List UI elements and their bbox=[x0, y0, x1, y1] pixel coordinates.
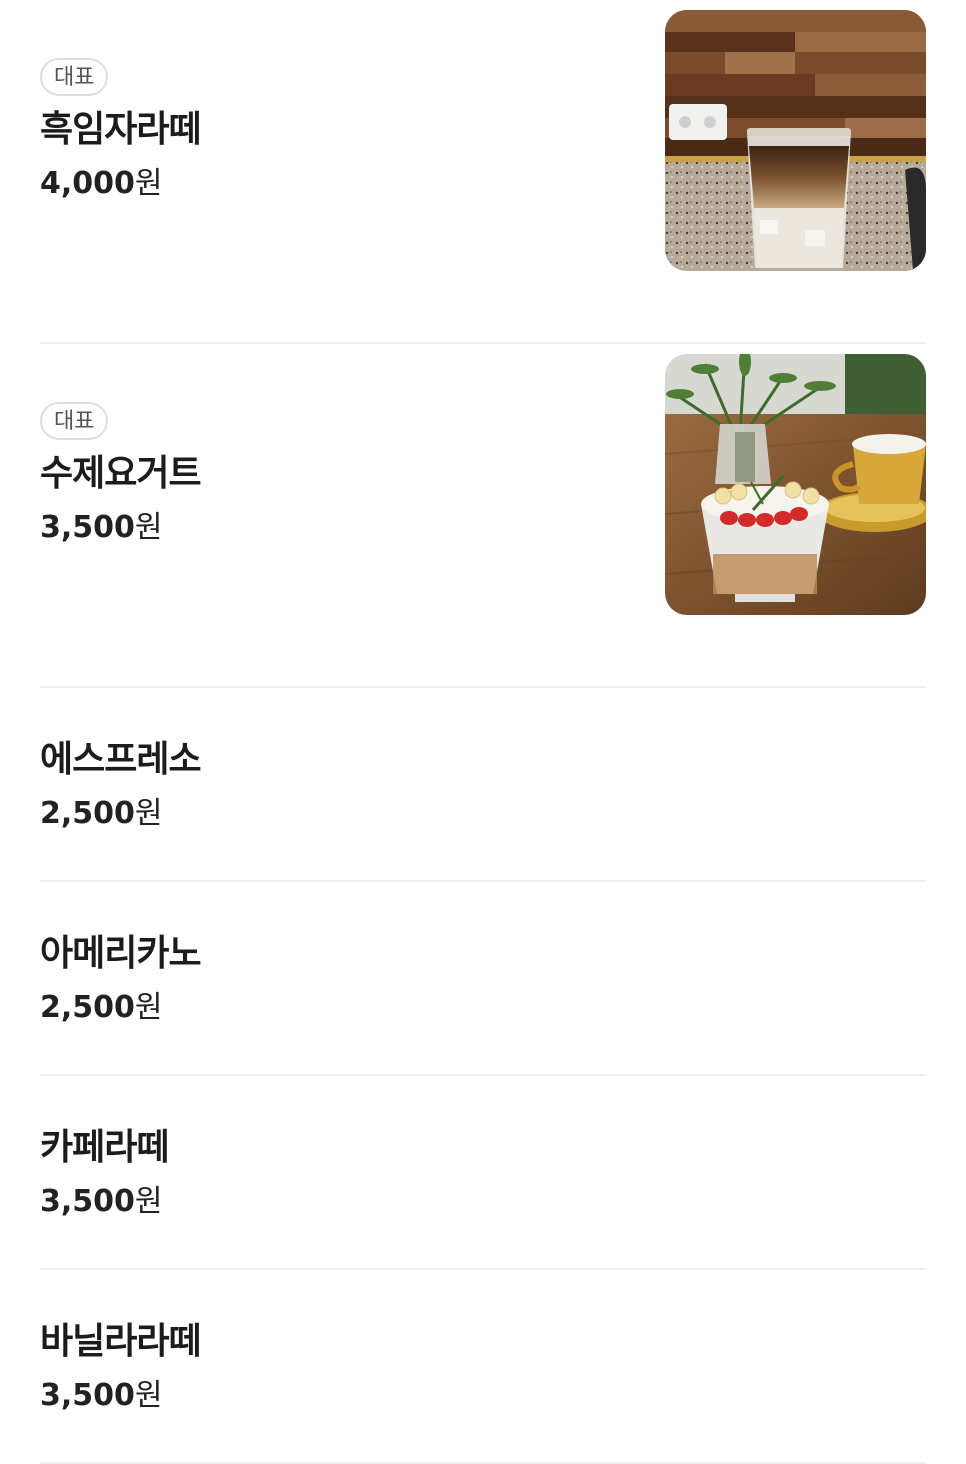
signature-badge: 대표 bbox=[40, 58, 109, 96]
price-currency: 원 bbox=[134, 166, 163, 201]
menu-item-text: 아메리카노 2,500원 bbox=[40, 930, 202, 1030]
price-currency: 원 bbox=[134, 1378, 163, 1413]
menu-item-name: 바닐라라떼 bbox=[40, 1321, 202, 1362]
price-currency: 원 bbox=[134, 510, 163, 545]
iced-latte-photo[interactable] bbox=[665, 10, 926, 271]
price-currency: 원 bbox=[134, 796, 163, 831]
menu-item-price: 3,500원 bbox=[40, 1180, 168, 1224]
menu-item-price: 3,500원 bbox=[40, 506, 201, 550]
menu-item[interactable]: 아메리카노 2,500원 bbox=[40, 882, 926, 1076]
signature-badge: 대표 bbox=[40, 402, 109, 440]
price-value: 3,500 bbox=[40, 1184, 135, 1219]
menu-item-name: 카페라떼 bbox=[40, 1127, 169, 1168]
menu-item-name: 에스프레소 bbox=[40, 739, 202, 780]
menu-item[interactable]: 바닐라라떼 3,500원 bbox=[40, 1270, 926, 1464]
menu-item-text: 대표 수제요거트 3,500원 bbox=[40, 402, 202, 550]
menu-item-text: 에스프레소 2,500원 bbox=[40, 736, 202, 836]
price-currency: 원 bbox=[134, 1184, 163, 1219]
iced-latte-image bbox=[665, 10, 926, 271]
price-value: 2,500 bbox=[40, 990, 135, 1025]
price-value: 3,500 bbox=[40, 1378, 135, 1413]
menu-item-price: 4,000원 bbox=[40, 162, 201, 206]
menu-list: 대표 흑임자라떼 4,000원 대표 수제요거트 3,500원 에스프레소 2,… bbox=[0, 0, 966, 1464]
price-value: 2,500 bbox=[40, 796, 135, 831]
price-currency: 원 bbox=[134, 990, 163, 1025]
menu-item-text: 바닐라라떼 3,500원 bbox=[40, 1318, 202, 1418]
menu-item[interactable]: 대표 수제요거트 3,500원 bbox=[40, 344, 926, 688]
yogurt-image bbox=[665, 354, 926, 615]
menu-item[interactable]: 대표 흑임자라떼 4,000원 bbox=[40, 0, 926, 344]
menu-item-price: 3,500원 bbox=[40, 1374, 201, 1418]
menu-item-text: 대표 흑임자라떼 4,000원 bbox=[40, 58, 202, 206]
menu-item-text: 카페라떼 3,500원 bbox=[40, 1124, 169, 1224]
menu-item-name: 흑임자라떼 bbox=[40, 109, 202, 150]
menu-item[interactable]: 에스프레소 2,500원 bbox=[40, 688, 926, 882]
menu-item[interactable]: 카페라떼 3,500원 bbox=[40, 1076, 926, 1270]
yogurt-photo[interactable] bbox=[665, 354, 926, 615]
menu-item-price: 2,500원 bbox=[40, 792, 201, 836]
menu-item-name: 수제요거트 bbox=[40, 453, 202, 494]
menu-item-name: 아메리카노 bbox=[40, 933, 202, 974]
menu-item-price: 2,500원 bbox=[40, 986, 201, 1030]
price-value: 3,500 bbox=[40, 510, 135, 545]
price-value: 4,000 bbox=[40, 166, 135, 201]
